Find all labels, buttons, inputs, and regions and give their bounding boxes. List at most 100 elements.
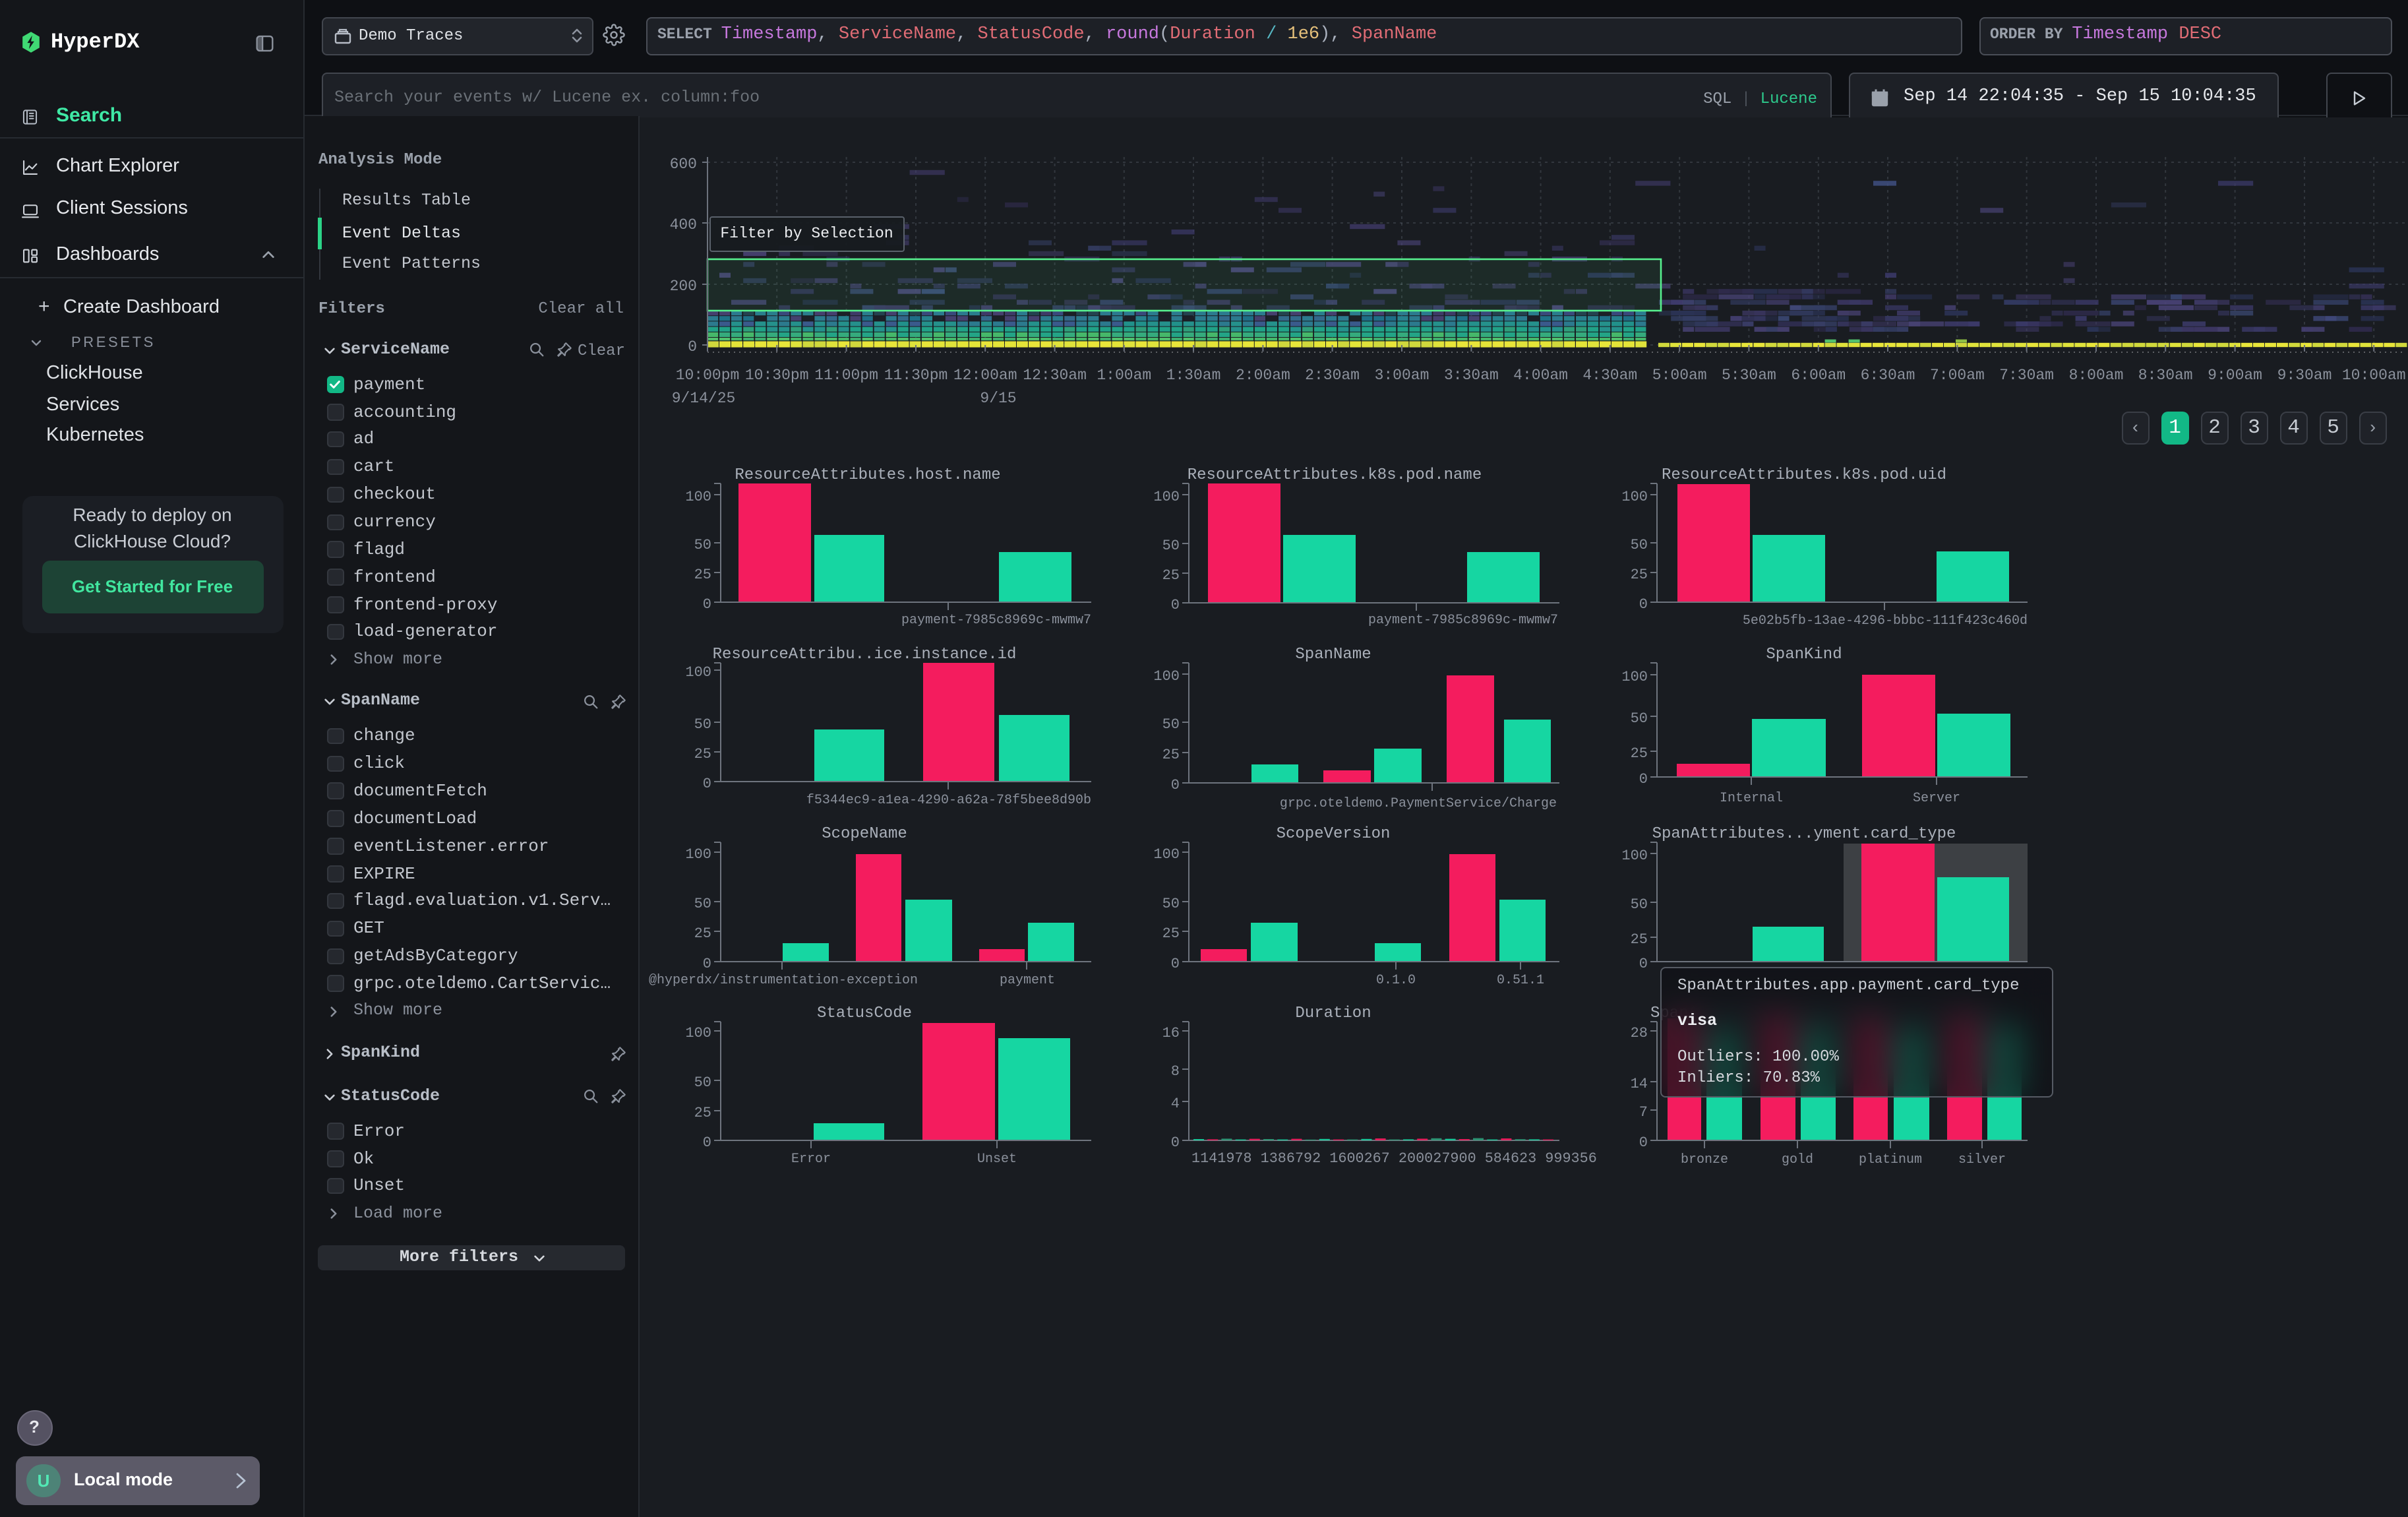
svg-text:100: 100 — [685, 1025, 711, 1041]
svg-text:0: 0 — [1639, 771, 1648, 788]
svg-text:gold: gold — [1782, 1152, 1813, 1167]
svg-text:100: 100 — [685, 489, 711, 505]
svg-text:0: 0 — [703, 776, 711, 792]
svg-text:9/15: 9/15 — [980, 389, 1016, 406]
svg-text:25: 25 — [694, 746, 711, 762]
svg-text:3:00am: 3:00am — [1375, 366, 1430, 383]
svg-text:12:00am: 12:00am — [953, 366, 1017, 383]
svg-text:50: 50 — [694, 896, 711, 912]
svg-text:14: 14 — [1631, 1076, 1648, 1092]
svg-text:ResourceAttributes.host.name: ResourceAttributes.host.name — [735, 466, 1000, 484]
svg-text:silver: silver — [1958, 1152, 2006, 1167]
svg-text:0: 0 — [703, 596, 711, 613]
svg-text:50: 50 — [694, 716, 711, 733]
svg-text:50: 50 — [694, 1074, 711, 1091]
svg-text:25: 25 — [1162, 747, 1180, 763]
svg-text:5:30am: 5:30am — [1722, 366, 1776, 383]
svg-text:2:30am: 2:30am — [1305, 366, 1360, 383]
svg-text:7:30am: 7:30am — [1999, 366, 2054, 383]
svg-text:Unset: Unset — [977, 1152, 1017, 1167]
svg-text:10:30pm: 10:30pm — [745, 366, 809, 383]
svg-text:25: 25 — [1631, 931, 1648, 948]
svg-text:0: 0 — [703, 1134, 711, 1151]
svg-text:12:30am: 12:30am — [1023, 366, 1087, 383]
svg-text:2:00am: 2:00am — [1236, 366, 1290, 383]
svg-text:25: 25 — [1631, 745, 1648, 762]
svg-text:100: 100 — [685, 664, 711, 681]
svg-text:50: 50 — [1162, 716, 1180, 733]
svg-text:0: 0 — [1171, 777, 1180, 793]
svg-text:50: 50 — [1631, 537, 1648, 553]
svg-text:payment: payment — [1000, 973, 1055, 988]
svg-text:6:00am: 6:00am — [1791, 366, 1846, 383]
svg-text:8:00am: 8:00am — [2069, 366, 2124, 383]
svg-text:8: 8 — [1171, 1063, 1180, 1080]
svg-text:0: 0 — [1639, 596, 1648, 613]
svg-text:payment-7985c8969c-mwmw7: payment-7985c8969c-mwmw7 — [1368, 613, 1558, 628]
svg-text:payment-7985c8969c-mwmw7: payment-7985c8969c-mwmw7 — [901, 613, 1091, 628]
svg-text:6:30am: 6:30am — [1861, 366, 1915, 383]
svg-text:4:00am: 4:00am — [1513, 366, 1568, 383]
svg-text:0: 0 — [703, 956, 711, 972]
svg-text:100: 100 — [1153, 489, 1180, 505]
svg-text:25: 25 — [694, 925, 711, 942]
svg-text:1:00am: 1:00am — [1097, 366, 1151, 383]
svg-text:grpc.oteldemo.PaymentService/C: grpc.oteldemo.PaymentService/Charge — [1280, 796, 1557, 811]
svg-text:SpanAttributes...yment.card_ty: SpanAttributes...yment.card_type — [1652, 825, 1956, 843]
svg-text:25: 25 — [1631, 567, 1648, 583]
svg-text:0: 0 — [688, 338, 697, 355]
svg-text:50: 50 — [1162, 538, 1180, 554]
svg-text:50: 50 — [1631, 710, 1648, 727]
svg-text:28: 28 — [1631, 1025, 1648, 1041]
svg-text:Internal: Internal — [1720, 791, 1783, 806]
svg-text:9:30am: 9:30am — [2277, 366, 2332, 383]
svg-text:25: 25 — [1162, 567, 1180, 584]
svg-text:7:00am: 7:00am — [1930, 366, 1985, 383]
svg-text:3:30am: 3:30am — [1444, 366, 1499, 383]
svg-text:10:00pm: 10:00pm — [676, 366, 740, 383]
svg-text:0: 0 — [1171, 597, 1180, 613]
svg-text:100: 100 — [685, 846, 711, 863]
svg-text:600: 600 — [670, 155, 697, 172]
svg-text:50: 50 — [1162, 896, 1180, 912]
svg-text:5:00am: 5:00am — [1652, 366, 1707, 383]
svg-text:StatusCode: StatusCode — [817, 1005, 912, 1022]
svg-text:0: 0 — [1639, 956, 1648, 972]
svg-text:11:00pm: 11:00pm — [814, 366, 878, 383]
svg-text:25: 25 — [694, 567, 711, 583]
svg-text:Error: Error — [791, 1152, 831, 1167]
svg-text:ResourceAttributes.k8s.pod.uid: ResourceAttributes.k8s.pod.uid — [1662, 466, 1946, 484]
svg-text:50: 50 — [1631, 896, 1648, 913]
svg-text:platinum: platinum — [1859, 1152, 1922, 1167]
svg-text:9:00am: 9:00am — [2208, 366, 2262, 383]
svg-text:100: 100 — [1621, 669, 1648, 685]
svg-text:16: 16 — [1162, 1025, 1180, 1041]
svg-text:25: 25 — [1162, 925, 1180, 942]
svg-text:10:00am: 10:00am — [2342, 366, 2406, 383]
svg-text:7: 7 — [1639, 1104, 1648, 1121]
svg-text:0.51.1: 0.51.1 — [1497, 973, 1544, 988]
svg-text:4:30am: 4:30am — [1582, 366, 1637, 383]
svg-text:SpanKind: SpanKind — [1766, 646, 1842, 664]
svg-text:50: 50 — [694, 537, 711, 553]
svg-text:0: 0 — [1171, 956, 1180, 972]
svg-text:200: 200 — [670, 277, 697, 294]
svg-text:ResourceAttribu..ice.instance.: ResourceAttribu..ice.instance.id — [713, 646, 1017, 664]
svg-text:9/14/25: 9/14/25 — [672, 389, 736, 406]
svg-text:0: 0 — [1171, 1134, 1180, 1151]
svg-text:ResourceAttributes.k8s.pod.nam: ResourceAttributes.k8s.pod.name — [1188, 466, 1482, 484]
svg-text:4: 4 — [1171, 1096, 1180, 1112]
svg-text:8:30am: 8:30am — [2138, 366, 2193, 383]
svg-text:0: 0 — [1639, 1134, 1648, 1151]
svg-text:Duration: Duration — [1295, 1005, 1371, 1022]
svg-text:Server: Server — [1913, 791, 1960, 806]
svg-text:ScopeVersion: ScopeVersion — [1277, 825, 1391, 843]
svg-text:ScopeName: ScopeName — [822, 825, 907, 843]
svg-text:1:30am: 1:30am — [1166, 366, 1221, 383]
svg-text:100: 100 — [1153, 846, 1180, 863]
svg-text:SpanName: SpanName — [1295, 646, 1371, 664]
svg-text:1141978 1386792 1600267 200027: 1141978 1386792 1600267 200027900 584623… — [1191, 1150, 1597, 1167]
svg-text:bronze: bronze — [1681, 1152, 1728, 1167]
svg-text:11:30pm: 11:30pm — [884, 366, 948, 383]
svg-text:25: 25 — [694, 1105, 711, 1121]
